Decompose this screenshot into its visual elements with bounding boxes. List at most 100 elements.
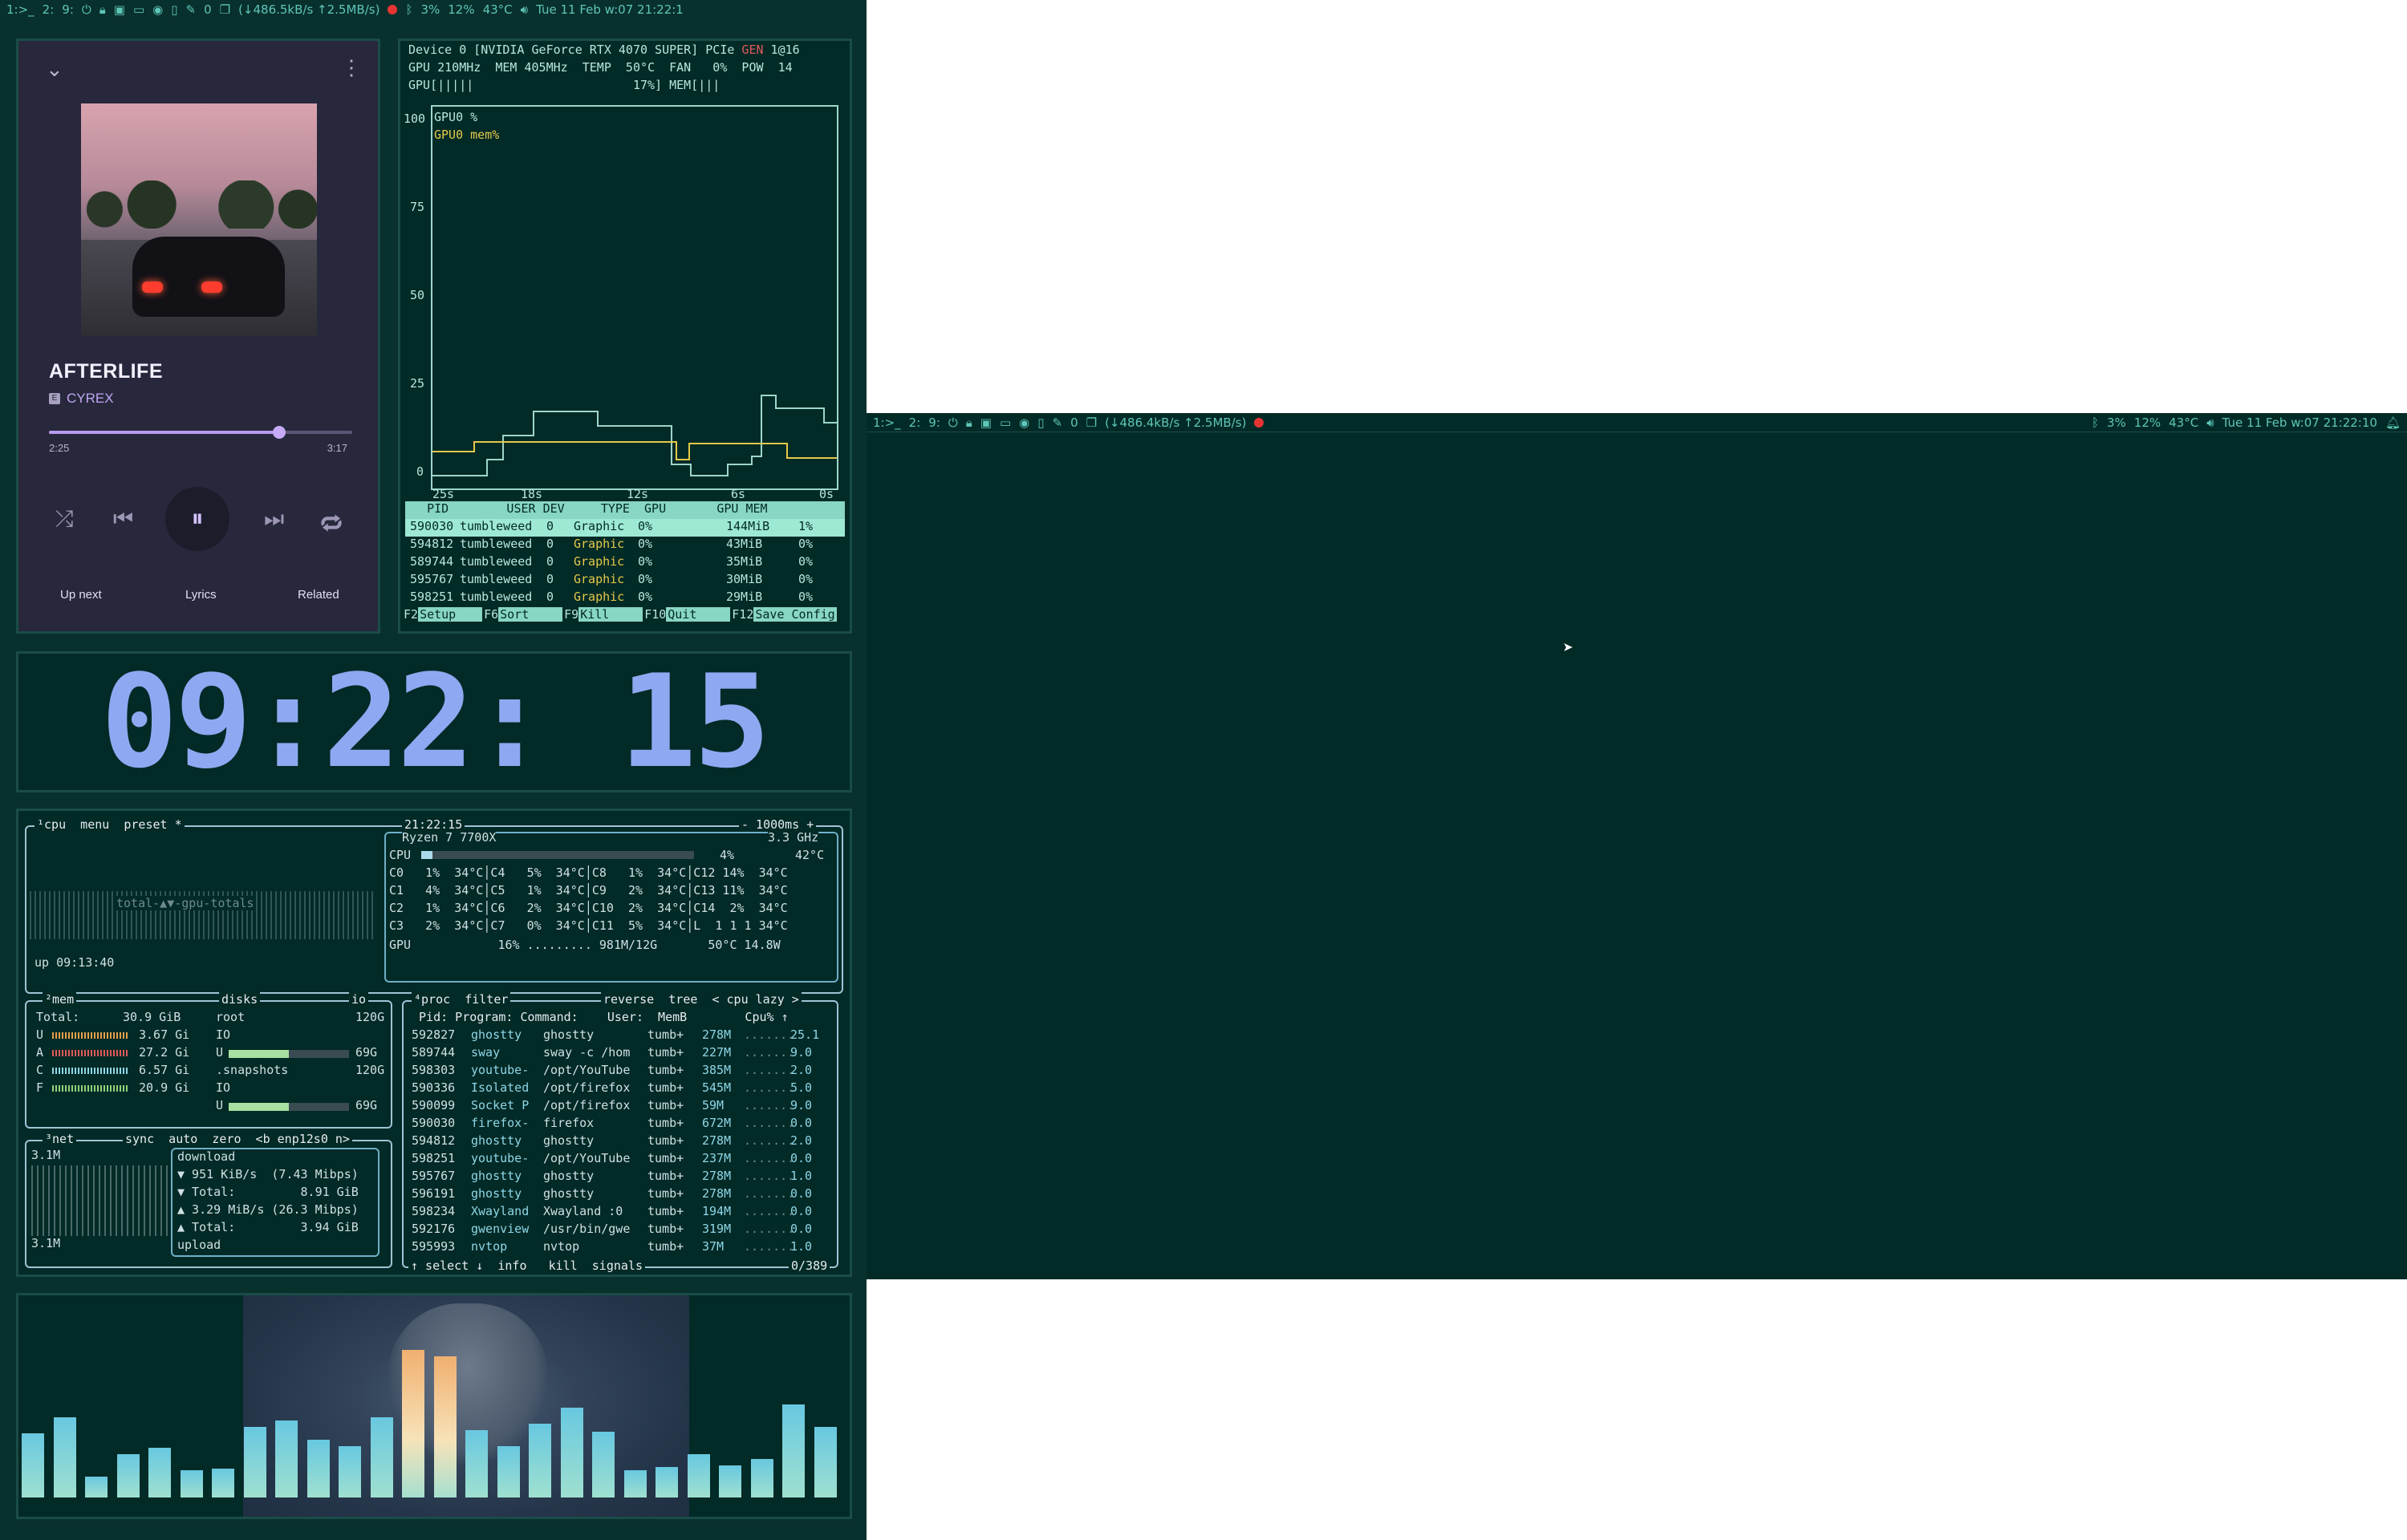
cpu-sparkline: ....... <box>744 1239 795 1254</box>
gpu-proc-row[interactable]: 590030 tumbleweed 0 Graphic 0% 144MiB 1% <box>405 519 845 537</box>
mem-row-value: 6.57 Gi <box>139 1063 190 1077</box>
cpu-tabs[interactable]: ¹cpu menu preset * <box>35 817 185 832</box>
net-scale-top: 3.1M <box>31 1148 61 1162</box>
folder-icon[interactable]: ▭ <box>133 2 144 17</box>
shuffle-icon[interactable]: ⤮ <box>55 506 73 533</box>
more-options-icon[interactable]: ⋮ <box>341 55 362 80</box>
image-icon[interactable]: ▣ <box>980 415 992 430</box>
volume-icon[interactable]: 🔊︎ <box>521 2 528 17</box>
gpu-proc-row[interactable]: 589744 tumbleweed 0 Graphic 0% 35MiB 0% <box>405 554 845 572</box>
proc-cell: tumb+ <box>647 1222 684 1236</box>
proc-cell: tumb+ <box>647 1133 684 1148</box>
mem-row-value: 20.9 Gi <box>139 1080 190 1095</box>
cell: tumbleweed <box>460 590 533 604</box>
tab-up-next[interactable]: Up next <box>60 588 102 602</box>
power-icon[interactable]: ⏻ <box>82 2 91 17</box>
quit-button[interactable]: Quit <box>666 607 731 622</box>
gpu-proc-row[interactable]: 594812 tumbleweed 0 Graphic 0% 43MiB 0% <box>405 537 845 554</box>
visualizer-bar <box>180 1470 203 1497</box>
mem-title[interactable]: ²mem <box>43 992 77 1007</box>
net-title[interactable]: ³net <box>43 1132 77 1146</box>
bell-icon[interactable]: 🔔︎ <box>2385 415 2401 430</box>
gpu-proc-row[interactable]: 598251 tumbleweed 0 Graphic 0% 29MiB 0% <box>405 590 845 607</box>
cell: 0% <box>638 537 653 551</box>
proc-cell: 237M <box>702 1151 732 1165</box>
gpu-proc-row[interactable]: 595767 tumbleweed 0 Graphic 0% 30MiB 0% <box>405 572 845 590</box>
window-icon[interactable]: ❐ <box>1086 415 1097 430</box>
browser-icon[interactable]: ◉ <box>1019 415 1029 430</box>
proc-options[interactable]: reverse tree < cpu lazy > <box>601 992 802 1007</box>
disk-size: 69G <box>355 1098 378 1112</box>
seek-bar[interactable] <box>49 426 352 439</box>
previous-icon[interactable]: ⏮ <box>113 506 133 533</box>
record-icon[interactable] <box>1254 417 1264 428</box>
visualizer-bar <box>656 1467 678 1497</box>
visualizer-bar <box>687 1454 710 1497</box>
workspace-1[interactable]: 1:>_ <box>6 2 35 17</box>
chevron-down-icon[interactable]: ⌄ <box>46 57 63 82</box>
disk-row-label: IO <box>216 1080 231 1095</box>
net-stat: ▲ Total: 3.94 GiB <box>177 1220 359 1234</box>
proc-cell: Isolated <box>471 1080 530 1095</box>
save-config-button[interactable]: Save Config <box>753 607 837 622</box>
proc-cell: 595993 <box>412 1239 456 1254</box>
proc-cell: tumb+ <box>647 1204 684 1218</box>
browser-icon[interactable]: ◉ <box>152 2 163 17</box>
lock-icon[interactable]: 🔒︎ <box>99 2 106 17</box>
workspace-9[interactable]: 9: <box>62 2 74 17</box>
tab-related[interactable]: Related <box>298 588 339 602</box>
image-icon[interactable]: ▣ <box>114 2 125 17</box>
setup-button[interactable]: Setup <box>418 607 483 622</box>
mem-bar <box>52 1032 129 1039</box>
picker-icon[interactable]: ✎ <box>1052 415 1062 430</box>
mem-row-value: 27.2 Gi <box>139 1045 190 1060</box>
clock-line: GPU 210MHz MEM 405MHz TEMP 50°C FAN 0% P… <box>408 60 793 75</box>
cell: 598251 <box>410 590 454 604</box>
disks-title[interactable]: disks <box>219 992 261 1007</box>
proc-cell: 598303 <box>412 1063 456 1077</box>
volume-icon[interactable]: 🔊︎ <box>2206 415 2214 430</box>
proc-footer[interactable]: ↑ select ↓ info kill signals <box>408 1258 645 1273</box>
proc-cell: ghostty <box>543 1169 595 1183</box>
artist-name[interactable]: CYREX <box>67 391 114 407</box>
repeat-icon[interactable]: 🔁︎ <box>320 506 343 540</box>
proc-title[interactable]: ⁴proc filter <box>412 992 511 1007</box>
artist[interactable]: E CYREX <box>49 391 114 407</box>
proc-cell: ghostty <box>471 1169 522 1183</box>
cpu-sparkline: ....... <box>744 1116 795 1130</box>
album-art <box>81 103 317 336</box>
proc-cell: 278M <box>702 1186 732 1201</box>
workspace-2[interactable]: 2: <box>909 415 921 430</box>
sort-button[interactable]: Sort <box>498 607 563 622</box>
power-icon[interactable]: ⏻ <box>948 415 958 430</box>
temperature: 43°C <box>482 2 513 17</box>
lock-icon[interactable]: 🔒︎ <box>966 415 972 430</box>
seek-knob[interactable] <box>273 426 286 439</box>
kill-button[interactable]: Kill <box>578 607 643 622</box>
net-options[interactable]: sync auto zero <b enp12s0 n> <box>123 1132 352 1146</box>
uptime: up 09:13:40 <box>35 955 115 970</box>
tab-lyrics[interactable]: Lyrics <box>185 588 217 602</box>
workspace-1[interactable]: 1:>_ <box>873 415 901 430</box>
next-icon[interactable]: ⏭ <box>264 506 284 533</box>
folder-icon[interactable]: ▭ <box>1000 415 1011 430</box>
device-line: Device 0 [NVIDIA GeForce RTX 4070 SUPER]… <box>408 43 800 57</box>
pause-button[interactable]: ⏸ <box>165 487 229 551</box>
window-icon[interactable]: ❐ <box>220 2 230 17</box>
x-tick: 12s <box>627 487 649 501</box>
proc-header[interactable]: Pid: Program: Command: User: MemB Cpu% ↑ <box>412 1010 789 1024</box>
cell: 0 <box>546 590 554 604</box>
blank-area-bottom <box>867 1279 2407 1540</box>
proc-count: 0/389 <box>789 1258 830 1273</box>
record-icon[interactable] <box>388 5 398 14</box>
bluetooth-icon[interactable]: ᛒ <box>405 2 412 17</box>
proc-cell: 598234 <box>412 1204 456 1218</box>
disk-row-label: IO <box>216 1027 231 1042</box>
bluetooth-icon[interactable]: ᛒ <box>2092 415 2099 430</box>
proc-table-header[interactable]: PID USER DEV TYPE GPU GPU MEM <box>405 501 845 519</box>
io-label[interactable]: io <box>349 992 369 1007</box>
mem-usage: 12% <box>2133 415 2161 430</box>
workspace-9[interactable]: 9: <box>928 415 940 430</box>
picker-icon[interactable]: ✎ <box>185 2 196 17</box>
workspace-2[interactable]: 2: <box>43 2 55 17</box>
